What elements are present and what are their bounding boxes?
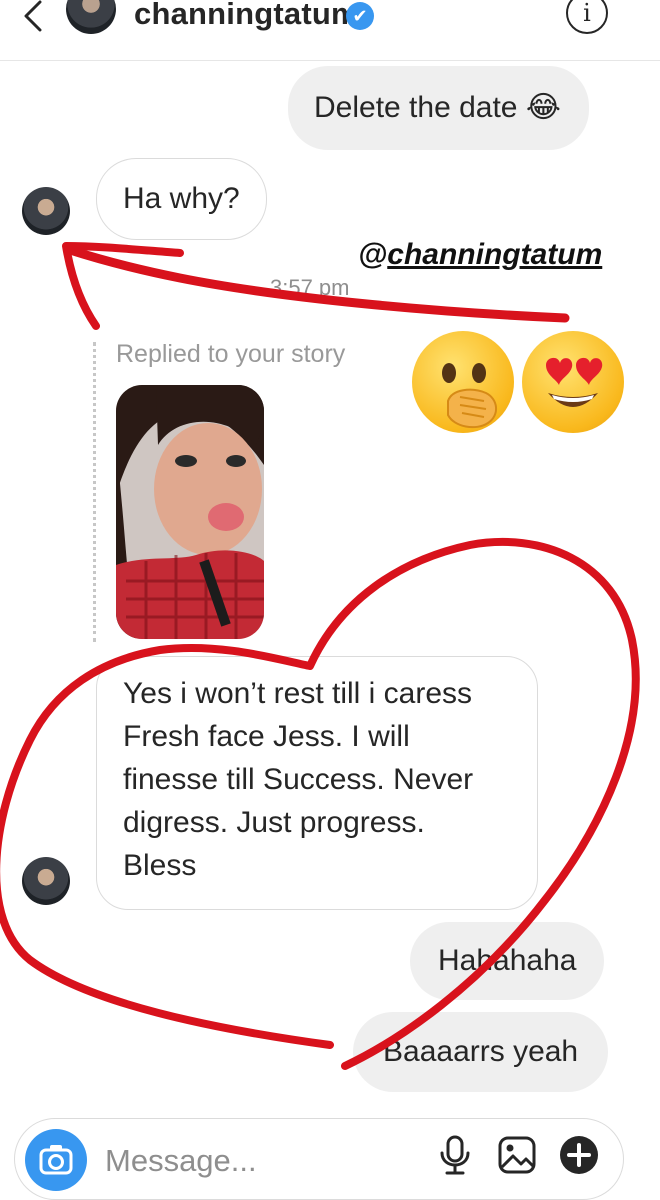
gallery-icon[interactable]: [495, 1133, 539, 1177]
message-received-ha-why[interactable]: Ha why?: [96, 158, 267, 240]
message-text: Ha why?: [123, 182, 240, 215]
mention-annotation: @channingtatum: [358, 238, 602, 272]
camera-button[interactable]: [25, 1129, 87, 1191]
story-photo: [116, 385, 264, 639]
hand-icon: [447, 388, 497, 429]
chevron-left-icon[interactable]: [14, 0, 54, 38]
message-thread: Delete the date 😂 Ha why? 3:57 pm @chann…: [0, 60, 660, 1110]
hand-over-mouth-emoji[interactable]: [412, 331, 514, 433]
message-sent-baaaarrs[interactable]: Baaaarrs yeah: [353, 1012, 609, 1092]
info-button[interactable]: i: [566, 0, 608, 34]
message-input[interactable]: [103, 1139, 417, 1183]
message-composer: [14, 1118, 624, 1200]
username[interactable]: channingtatum: [134, 0, 359, 32]
heart-eyes-face: [546, 357, 603, 407]
verified-badge-icon: ✔: [346, 2, 374, 30]
add-icon[interactable]: [557, 1133, 601, 1177]
message-line: Yes i won’t rest till i caress: [123, 677, 473, 710]
story-reply-label: Replied to your story: [116, 340, 346, 368]
chat-header: channingtatum ✔ i: [0, 0, 660, 61]
message-text: Delete the date 😂: [314, 91, 561, 124]
header-avatar[interactable]: [66, 0, 116, 34]
message-sent-hahahaha[interactable]: Hahahaha: [410, 922, 605, 1000]
message-line: Bless: [123, 849, 197, 882]
story-reply-divider: [93, 342, 96, 642]
message-text: Baaaarrs yeah: [383, 1035, 579, 1068]
camera-icon: [39, 1145, 73, 1175]
message-received-poem[interactable]: Yes i won’t rest till i caress Fresh fac…: [96, 656, 538, 910]
mention-text: @channingtatum: [358, 238, 603, 271]
message-text: Hahahaha: [438, 944, 577, 977]
avatar[interactable]: [22, 857, 70, 905]
message-line: finesse till Success. Never: [123, 763, 474, 796]
heart-eyes-emoji[interactable]: [522, 331, 624, 433]
message-sent-delete-date[interactable]: Delete the date 😂: [288, 66, 589, 150]
microphone-icon[interactable]: [433, 1133, 477, 1177]
story-thumbnail[interactable]: [116, 385, 264, 639]
message-timestamp: 3:57 pm: [270, 275, 350, 300]
message-line: digress. Just progress.: [123, 806, 425, 839]
mention-handle: channingtatum: [387, 238, 603, 271]
avatar[interactable]: [22, 187, 70, 235]
message-line: Fresh face Jess. I will: [123, 720, 410, 753]
